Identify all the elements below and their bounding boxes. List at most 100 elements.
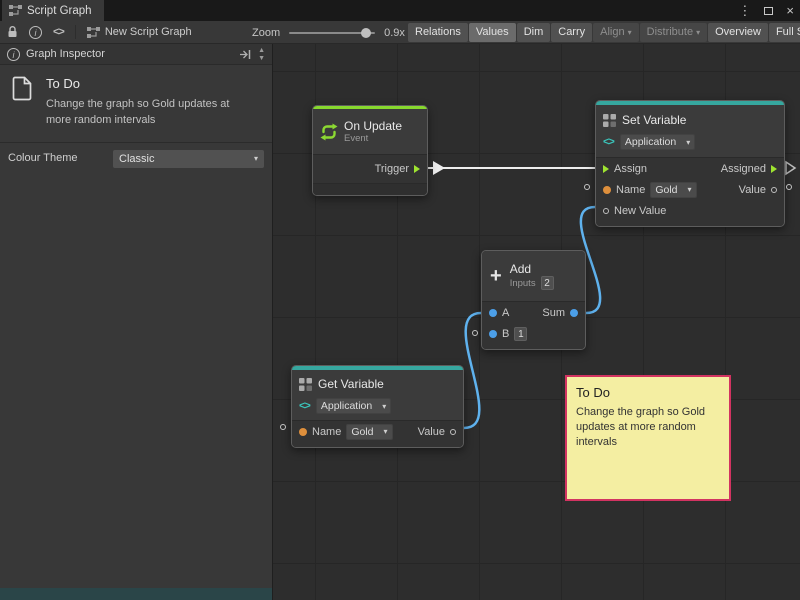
node-title: Get Variable: [318, 377, 384, 391]
values-button[interactable]: Values: [469, 23, 516, 42]
sum-output-port[interactable]: [570, 309, 578, 317]
variable-name-dropdown[interactable]: Gold ▾: [650, 182, 696, 198]
node-subtitle: Event: [344, 133, 402, 144]
add-header: + Add Inputs 2: [482, 251, 585, 301]
assign-row: Assign Assigned: [596, 158, 784, 179]
new-value-input-port[interactable]: [603, 208, 609, 214]
node-title: Add: [510, 262, 554, 276]
info-icon: i: [7, 48, 20, 61]
zoom-value: 0.9x: [384, 27, 405, 39]
scroll-down-icon[interactable]: ▼: [258, 55, 265, 62]
close-icon[interactable]: ×: [786, 4, 794, 17]
graph-inspector-header: i Graph Inspector ▲ ▼: [0, 44, 272, 65]
chevron-down-icon: ▾: [696, 26, 700, 39]
name-value-row: Name Gold ▾ Value: [292, 421, 463, 442]
name-label: Name: [616, 184, 645, 196]
trigger-output-port[interactable]: [414, 165, 420, 173]
tab-title: Script Graph: [27, 5, 92, 17]
new-value-label: New Value: [614, 205, 666, 217]
variable-scope-dropdown[interactable]: Application ▾: [620, 134, 695, 150]
variable-scope-dropdown[interactable]: Application ▾: [316, 398, 391, 414]
info-icon[interactable]: i: [29, 26, 42, 39]
carry-button[interactable]: Carry: [551, 23, 592, 42]
variables-panel-edge: [0, 588, 272, 600]
graph-canvas[interactable]: On Update Event Trigger Set Variable: [273, 44, 800, 600]
script-graph-asset-icon: [87, 27, 100, 38]
chevron-down-icon: ▾: [688, 185, 692, 194]
toolbar-buttons: Relations Values Dim Carry Align▾ Distri…: [408, 23, 800, 42]
sticky-note-body: Change the graph so Gold updates at more…: [576, 405, 718, 450]
sum-label: Sum: [542, 307, 565, 319]
node-set-variable[interactable]: Set Variable <> Application ▾ Assign: [595, 100, 785, 227]
on-update-header: On Update Event: [313, 109, 427, 154]
align-button[interactable]: Align▾: [593, 23, 638, 42]
chevron-down-icon: ▾: [628, 26, 632, 39]
name-input-port[interactable]: [603, 186, 611, 194]
script-graph-window: Script Graph ⋮ × i <> New Script Graph Z…: [0, 0, 800, 600]
pop-out-icon[interactable]: [239, 49, 251, 60]
sticky-note[interactable]: To Do Change the graph so Gold updates a…: [565, 375, 731, 501]
menu-icon[interactable]: ⋮: [738, 4, 751, 17]
name-input-port[interactable]: [299, 428, 307, 436]
dim-button[interactable]: Dim: [517, 23, 551, 42]
node-on-update[interactable]: On Update Event Trigger: [312, 105, 428, 196]
b-row: B 1: [482, 323, 585, 344]
inspector-todo-section: To Do Change the graph so Gold updates a…: [0, 65, 272, 143]
todo-title: To Do: [46, 76, 252, 91]
scroll-up-icon[interactable]: ▲: [258, 47, 265, 54]
node-title: On Update: [344, 119, 402, 133]
b-label: B: [502, 328, 509, 340]
chevron-down-icon: ▾: [686, 138, 690, 147]
maximize-icon[interactable]: [764, 7, 773, 15]
new-script-graph-button[interactable]: New Script Graph: [87, 26, 192, 38]
colour-theme-value: Classic: [119, 153, 154, 165]
node-get-variable[interactable]: Get Variable <> Application ▾ Name: [291, 365, 464, 448]
graph-inspector-panel: i Graph Inspector ▲ ▼ To Do Change the g…: [0, 44, 273, 600]
graph-toolbar: i <> New Script Graph Zoom 0.9x Relation…: [0, 21, 800, 44]
get-variable-name-edge-port[interactable]: [280, 424, 286, 430]
colour-theme-label: Colour Theme: [8, 152, 78, 164]
toolbar-divider: [75, 25, 76, 39]
set-variable-header: Set Variable <> Application ▾: [596, 105, 784, 157]
chevron-down-icon: ▾: [254, 154, 258, 163]
value-output-port[interactable]: [771, 187, 777, 193]
full-screen-button[interactable]: Full S: [769, 23, 800, 42]
colour-theme-row: Colour Theme Classic ▾: [0, 143, 272, 173]
overview-button[interactable]: Overview: [708, 23, 768, 42]
graph-inspector-title: Graph Inspector: [26, 48, 105, 60]
colour-theme-dropdown[interactable]: Classic ▾: [113, 150, 264, 168]
panel-scrollbar[interactable]: ▲ ▼: [258, 47, 265, 62]
relations-button[interactable]: Relations: [408, 23, 468, 42]
a-input-port[interactable]: [489, 309, 497, 317]
assigned-output-port[interactable]: [771, 165, 777, 173]
distribute-button[interactable]: Distribute▾: [640, 23, 707, 42]
inspector-actions: ▲ ▼: [239, 47, 265, 62]
wire-flow-arrow: [433, 161, 445, 175]
value-output-port[interactable]: [450, 429, 456, 435]
code-icon: <>: [299, 400, 310, 412]
zoom-slider-handle[interactable]: [361, 28, 371, 38]
variables-icon: [603, 114, 616, 127]
a-sum-row: A Sum: [482, 302, 585, 323]
code-icon[interactable]: <>: [53, 26, 64, 38]
node-title: Set Variable: [622, 113, 686, 127]
set-variable-value-edge-port[interactable]: [786, 184, 792, 190]
zoom-slider[interactable]: [289, 32, 375, 34]
tab-script-graph[interactable]: Script Graph: [2, 0, 104, 21]
trigger-port-row: Trigger: [313, 155, 427, 183]
tab-bar: Script Graph ⋮ ×: [0, 0, 800, 21]
b-value-field[interactable]: 1: [514, 327, 527, 341]
lock-icon[interactable]: [7, 26, 18, 38]
assign-input-port[interactable]: [603, 165, 609, 173]
b-input-port[interactable]: [489, 330, 497, 338]
zoom-label: Zoom: [252, 27, 280, 39]
script-graph-icon: [9, 5, 22, 16]
variable-name-dropdown[interactable]: Gold ▾: [346, 424, 392, 440]
todo-body: Change the graph so Gold updates at more…: [46, 97, 252, 129]
add-b-edge-port[interactable]: [472, 330, 478, 336]
assigned-label: Assigned: [721, 163, 766, 175]
inputs-count-field[interactable]: 2: [541, 276, 554, 290]
loop-event-icon: [320, 123, 338, 141]
set-variable-name-edge-port[interactable]: [584, 184, 590, 190]
node-add[interactable]: + Add Inputs 2 A: [481, 250, 586, 350]
